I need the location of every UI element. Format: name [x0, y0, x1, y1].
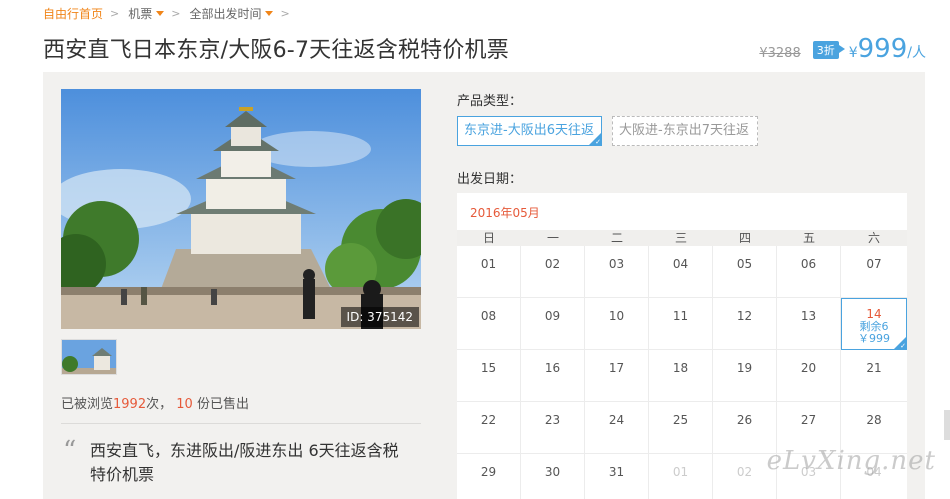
sold-count: 10 — [176, 397, 193, 412]
weekday-label: 六 — [867, 231, 880, 245]
calendar-weekday-header: 日 一 二 三 四 五 六 — [457, 230, 907, 246]
product-type-option-label: 东京进-大阪出6天往返 — [464, 123, 594, 138]
breadcrumb-category-dropdown[interactable]: 机票 — [128, 5, 165, 22]
price-unit: /人 — [907, 45, 926, 61]
calendar-day[interactable]: 01 — [457, 246, 521, 298]
calendar-day[interactable]: 06 — [777, 246, 841, 298]
discount-badge: 3折 — [812, 41, 845, 59]
page-title: 西安直飞日本东京/大阪6-7天往返含税特价机票 — [43, 38, 509, 63]
breadcrumb-home-label: 自由行首页 — [43, 6, 104, 21]
divider — [61, 423, 421, 424]
calendar-month: 2016年05月 — [470, 206, 540, 220]
product-type-option-tokyo-osaka[interactable]: 东京进-大阪出6天往返 — [457, 116, 602, 146]
breadcrumb-departure-dropdown[interactable]: 全部出发时间 — [189, 5, 274, 22]
calendar-day[interactable]: 03 — [585, 246, 649, 298]
calendar-day[interactable]: 04 — [649, 246, 713, 298]
calendar-day[interactable]: 13 — [777, 298, 841, 350]
calendar-day[interactable]: 11 — [649, 298, 713, 350]
product-type-option-osaka-tokyo[interactable]: 大阪进-东京出7天往返 — [612, 116, 758, 146]
calendar-day[interactable]: 22 — [457, 402, 521, 454]
weekday-label: 五 — [802, 231, 815, 245]
calendar-day[interactable]: 23 — [521, 402, 585, 454]
calendar-day-next-month[interactable]: 01 — [649, 454, 713, 499]
stats-mid: 次， — [146, 397, 173, 412]
stats-prefix: 已被浏览 — [61, 397, 114, 412]
breadcrumb: 自由行首页 > 机票 > 全部出发时间 > — [43, 4, 299, 22]
calendar-day[interactable]: 29 — [457, 454, 521, 499]
selected-check-icon — [894, 337, 906, 350]
price-box: ¥3288 3折 ¥ 999 /人 — [759, 34, 926, 64]
currency-symbol: ¥ — [848, 45, 858, 61]
breadcrumb-separator-icon: > — [110, 6, 120, 20]
calendar-day[interactable]: 05 — [713, 246, 777, 298]
calendar-day[interactable]: 09 — [521, 298, 585, 350]
calendar-day[interactable]: 02 — [521, 246, 585, 298]
original-price: ¥3288 — [759, 46, 801, 61]
weekday-label: 一 — [546, 231, 559, 245]
photo-id-label: ID: 375142 — [340, 307, 419, 327]
quote-icon: “ — [63, 436, 77, 466]
breadcrumb-category-label: 机票 — [128, 6, 153, 21]
calendar-day[interactable]: 15 — [457, 350, 521, 402]
breadcrumb-home-link[interactable]: 自由行首页 — [43, 5, 103, 22]
calendar-week: 15 16 17 18 19 20 21 — [457, 350, 907, 402]
osaka-castle-image — [61, 89, 421, 329]
product-type-option-label: 大阪进-东京出7天往返 — [619, 123, 749, 138]
breadcrumb-separator-icon: > — [280, 6, 290, 20]
calendar-day[interactable]: 31 — [585, 454, 649, 499]
caret-down-icon — [156, 10, 165, 16]
calendar-day[interactable]: 10 — [585, 298, 649, 350]
calendar-day[interactable]: 16 — [521, 350, 585, 402]
weekday-label: 四 — [738, 231, 751, 245]
stats-suffix: 份已售出 — [196, 397, 249, 412]
selected-check-icon — [589, 133, 601, 145]
product-summary: 西安直飞，东进阪出/阪进东出 6天往返含税特价机票 — [90, 441, 399, 484]
selected-day-number: 14 — [866, 307, 882, 321]
photo-thumbnail[interactable] — [61, 339, 117, 375]
sales-stats: 已被浏览1992次， 10 份已售出 — [61, 393, 249, 412]
calendar-day[interactable]: 17 — [585, 350, 649, 402]
calendar-day-selected[interactable]: 14 剩余6 ￥999 — [841, 298, 907, 350]
calendar-week: 01 02 03 04 05 06 07 — [457, 246, 907, 298]
site-watermark: eLvXing.net — [766, 446, 936, 476]
calendar-day[interactable]: 07 — [841, 246, 907, 298]
weekday-label: 日 — [482, 231, 495, 245]
sale-price: 999 — [857, 34, 908, 64]
product-type-label: 产品类型： — [457, 94, 523, 109]
gallery-panel: ID: 375142 已被浏览1992次， 10 份已售出 “ 西安直飞，东进阪… — [43, 72, 437, 499]
side-scroll-tab[interactable] — [944, 410, 950, 440]
breadcrumb-departure-label: 全部出发时间 — [189, 6, 262, 21]
departure-date-label: 出发日期： — [457, 172, 523, 187]
weekday-label: 三 — [674, 231, 687, 245]
calendar-day[interactable]: 20 — [777, 350, 841, 402]
calendar-day[interactable]: 21 — [841, 350, 907, 402]
calendar-day[interactable]: 08 — [457, 298, 521, 350]
caret-down-icon — [265, 10, 274, 16]
main-photo[interactable]: ID: 375142 — [61, 89, 421, 329]
calendar-day[interactable]: 24 — [585, 402, 649, 454]
calendar-day[interactable]: 30 — [521, 454, 585, 499]
weekday-label: 二 — [610, 231, 623, 245]
calendar-day[interactable]: 12 — [713, 298, 777, 350]
calendar-week: 08 09 10 11 12 13 14 剩余6 ￥999 — [457, 298, 907, 350]
thumbnail-image — [62, 340, 116, 374]
view-count: 1992 — [113, 397, 147, 412]
booking-panel: 产品类型： 东京进-大阪出6天往返 大阪进-东京出7天往返 出发日期： 2016… — [437, 72, 925, 499]
calendar-day[interactable]: 19 — [713, 350, 777, 402]
calendar-day[interactable]: 25 — [649, 402, 713, 454]
breadcrumb-separator-icon: > — [171, 6, 181, 20]
calendar-day[interactable]: 18 — [649, 350, 713, 402]
